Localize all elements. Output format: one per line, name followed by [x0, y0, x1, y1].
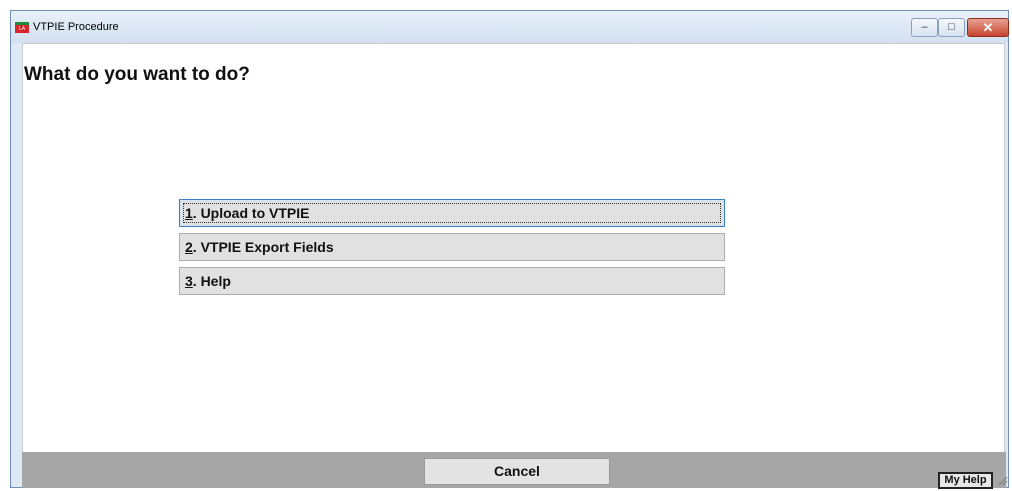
app-icon-text: LA [18, 26, 26, 32]
help-button[interactable]: 3. Help [179, 267, 725, 295]
app-icon: LA [15, 22, 29, 33]
minimize-icon: – [921, 21, 928, 33]
menu-item-label: . Help [192, 273, 231, 289]
close-button[interactable]: ✕ [967, 18, 1009, 37]
cancel-button[interactable]: Cancel [424, 458, 610, 485]
vtpie-export-fields-button[interactable]: 2. VTPIE Export Fields [179, 233, 725, 261]
resize-grip-icon[interactable] [996, 474, 1008, 486]
focus-rect [182, 202, 722, 224]
menu-item-number: 3 [185, 273, 193, 289]
window-title: VTPIE Procedure [33, 21, 119, 33]
menu-item-label: . VTPIE Export Fields [192, 239, 334, 255]
title-bar[interactable]: LA VTPIE Procedure – □ ✕ [11, 11, 1009, 43]
close-icon: ✕ [982, 20, 994, 35]
maximize-icon: □ [948, 21, 955, 33]
menu-item-number: 2 [185, 239, 193, 255]
maximize-button[interactable]: □ [938, 18, 965, 37]
minimize-button[interactable]: – [911, 18, 938, 37]
page-title: What do you want to do? [24, 64, 250, 85]
upload-to-vtpie-button[interactable]: 1. Upload to VTPIE [179, 199, 725, 227]
my-help-button[interactable]: My Help [938, 472, 993, 489]
